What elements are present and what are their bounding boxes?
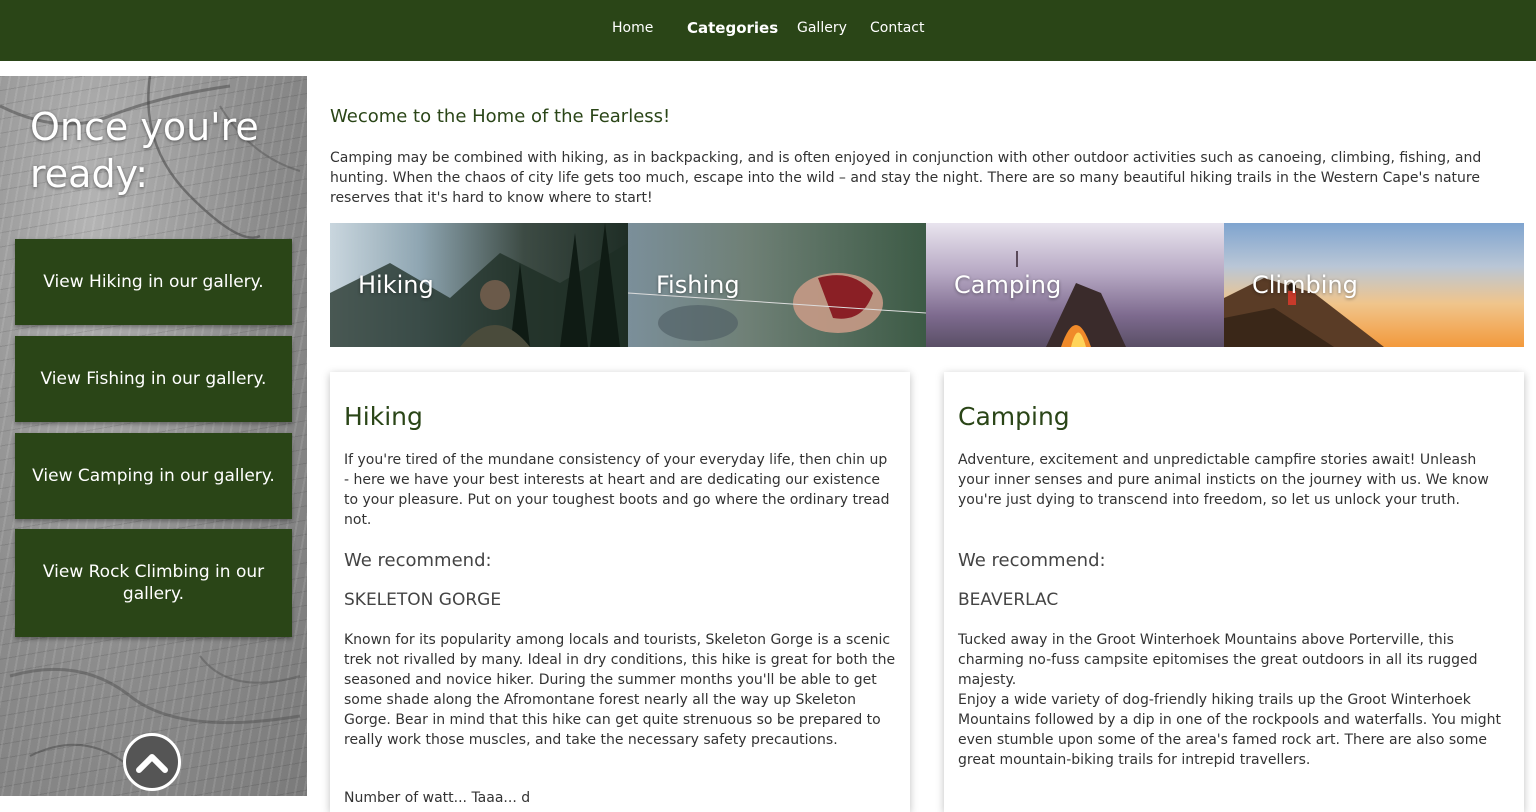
hiking-card-details: Known for its popularity among locals an… [344, 632, 896, 748]
nav-gallery-link[interactable]: Gallery [797, 18, 847, 38]
camping-card-place-name: BEAVERLAC [958, 590, 1059, 610]
hiking-card-recommend-heading: We recommend: [344, 550, 492, 571]
category-strip: Hiking Fishing Camping Climbing [330, 223, 1524, 347]
camping-card-details: Tucked away in the Groot Winterhoek Moun… [958, 632, 1502, 768]
category-tile-climbing[interactable]: Climbing [1224, 223, 1524, 347]
camping-card-recommend-heading: We recommend: [958, 550, 1106, 571]
intro-paragraph: Camping may be combined with hiking, as … [330, 150, 1482, 206]
view-hiking-gallery-button[interactable]: View Hiking in our gallery. [15, 239, 292, 325]
category-label-hiking: Hiking [358, 271, 434, 299]
category-label-camping: Camping [954, 271, 1062, 299]
hiking-card-extra: Number of watt... Taaa... d [344, 790, 531, 806]
sidebar-heading: Once you're ready: [30, 105, 259, 196]
scroll-to-top-button[interactable] [123, 733, 181, 791]
hiking-card-description: If you're tired of the mundane consisten… [344, 452, 890, 528]
nav-categories-link[interactable]: Categories [687, 18, 778, 38]
category-tile-camping[interactable]: Camping [926, 223, 1224, 347]
camping-card: Camping Adventure, excitement and unpred… [944, 372, 1524, 812]
welcome-heading: Wecome to the Home of the Fearless! [330, 106, 671, 127]
chevron-up-icon [136, 754, 168, 773]
hiking-card-title: Hiking [344, 402, 423, 431]
category-tile-fishing[interactable]: Fishing [628, 223, 926, 347]
category-tile-hiking[interactable]: Hiking [330, 223, 628, 347]
camping-card-title: Camping [958, 402, 1070, 431]
nav-home-link[interactable]: Home [612, 18, 653, 38]
hiking-card-place-name: SKELETON GORGE [344, 590, 502, 610]
hiking-card: Hiking If you're tired of the mundane co… [330, 372, 910, 812]
view-camping-gallery-button[interactable]: View Camping in our gallery. [15, 433, 292, 519]
camping-card-description: Adventure, excitement and unpredictable … [958, 452, 1489, 508]
nav-contact-link[interactable]: Contact [870, 18, 924, 38]
sidebar: Once you're ready: View Hiking in our ga… [0, 76, 307, 796]
view-rock-climbing-gallery-button[interactable]: View Rock Climbing in our gallery. [15, 529, 292, 637]
top-navbar: Home Categories Gallery Contact [0, 0, 1536, 61]
category-label-climbing: Climbing [1252, 271, 1358, 299]
category-label-fishing: Fishing [656, 271, 740, 299]
view-fishing-gallery-button[interactable]: View Fishing in our gallery. [15, 336, 292, 422]
